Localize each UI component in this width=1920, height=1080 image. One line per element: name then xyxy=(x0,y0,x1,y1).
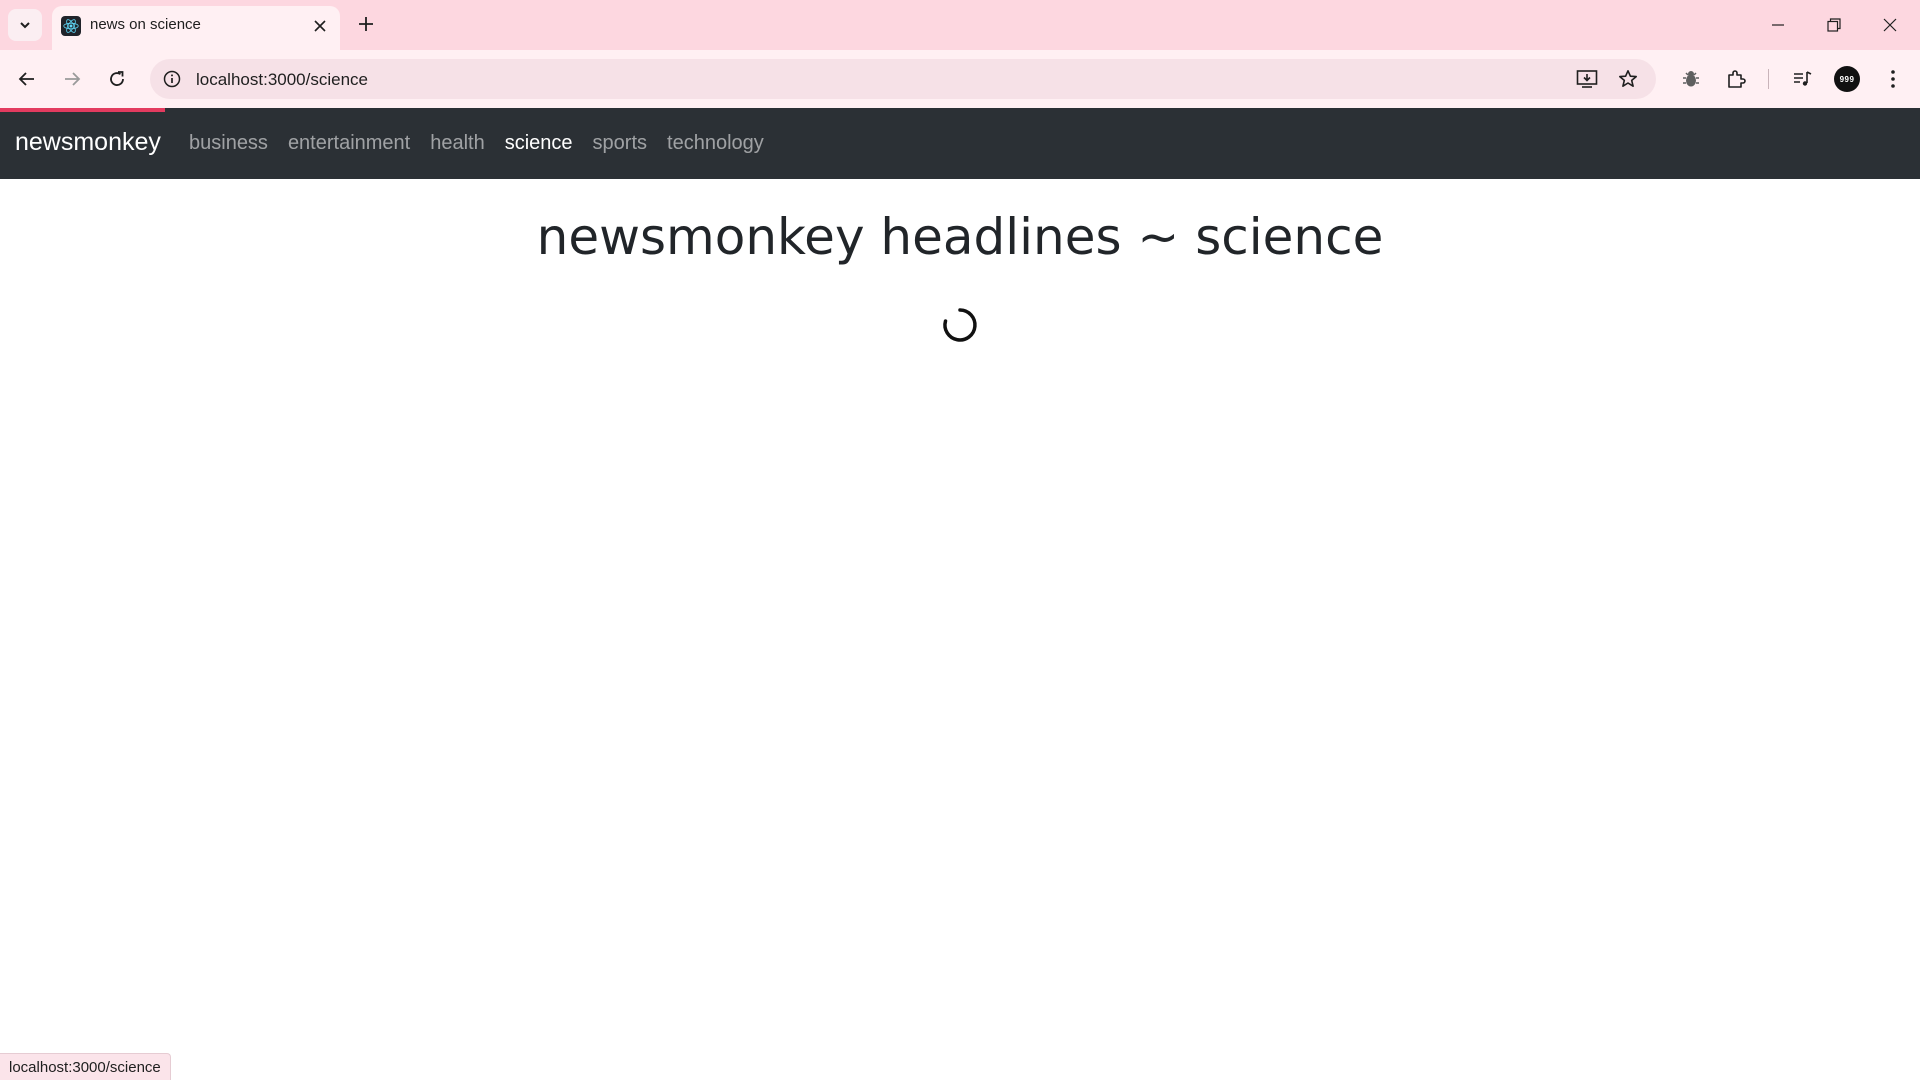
kebab-menu-icon xyxy=(1891,70,1895,88)
nav-link-entertainment[interactable]: entertainment xyxy=(288,132,410,155)
minimize-icon xyxy=(1772,24,1784,26)
spinner-icon xyxy=(943,308,977,342)
media-controls-button[interactable] xyxy=(1788,65,1816,93)
top-loading-bar xyxy=(0,108,165,112)
tab-title: news on science xyxy=(90,16,201,33)
close-icon xyxy=(314,20,326,32)
install-app-button[interactable] xyxy=(1575,67,1599,91)
reload-icon xyxy=(110,71,124,86)
browser-tab[interactable]: news on science xyxy=(52,6,340,50)
window-close-icon xyxy=(1883,18,1897,32)
react-icon xyxy=(61,16,81,36)
address-bar[interactable]: localhost:3000/science xyxy=(150,59,1656,99)
brand-link[interactable]: newsmonkey xyxy=(15,128,161,157)
tab-search-button[interactable] xyxy=(8,9,42,41)
star-icon xyxy=(1619,70,1637,87)
install-icon xyxy=(1576,70,1598,88)
bug-icon xyxy=(1683,71,1699,87)
nav-links: business entertainment health science sp… xyxy=(189,132,784,155)
extensions-button[interactable] xyxy=(1722,65,1750,93)
forward-icon xyxy=(65,72,81,86)
tab-search-icon xyxy=(20,22,30,29)
chrome-menu-button[interactable] xyxy=(1879,65,1907,93)
nav-link-business[interactable]: business xyxy=(189,132,268,155)
back-button[interactable] xyxy=(9,61,45,97)
restore-button[interactable] xyxy=(1806,0,1862,50)
bookmark-button[interactable] xyxy=(1616,67,1640,91)
puzzle-icon xyxy=(1728,70,1746,88)
nav-link-science[interactable]: science xyxy=(505,132,573,155)
minimize-button[interactable] xyxy=(1750,0,1806,50)
forward-button[interactable] xyxy=(54,61,90,97)
tab-close-button[interactable] xyxy=(310,16,330,36)
reload-button[interactable] xyxy=(99,61,135,97)
new-tab-button[interactable] xyxy=(352,10,380,38)
extension-bug-button[interactable] xyxy=(1677,65,1705,93)
site-info-icon[interactable] xyxy=(162,69,182,89)
nav-link-sports[interactable]: sports xyxy=(593,132,647,155)
nav-link-technology[interactable]: technology xyxy=(667,132,764,155)
media-icon xyxy=(1794,71,1812,86)
status-bar-url: localhost:3000/science xyxy=(0,1053,171,1080)
profile-avatar[interactable]: 999 xyxy=(1834,66,1860,92)
nav-link-health[interactable]: health xyxy=(430,132,485,155)
restore-icon xyxy=(1827,18,1841,32)
back-icon xyxy=(18,72,34,86)
browser-toolbar: localhost:3000/science xyxy=(0,50,1920,108)
tab-strip: news on science xyxy=(0,0,1920,50)
toolbar-separator xyxy=(1768,69,1769,89)
window-close-button[interactable] xyxy=(1862,0,1918,50)
url-text: localhost:3000/science xyxy=(196,70,369,89)
plus-icon xyxy=(359,17,373,31)
info-icon xyxy=(163,70,181,88)
app-navbar: newsmonkey business entertainment health… xyxy=(0,108,1920,179)
page-title: newsmonkey headlines ~ science xyxy=(536,208,1384,266)
